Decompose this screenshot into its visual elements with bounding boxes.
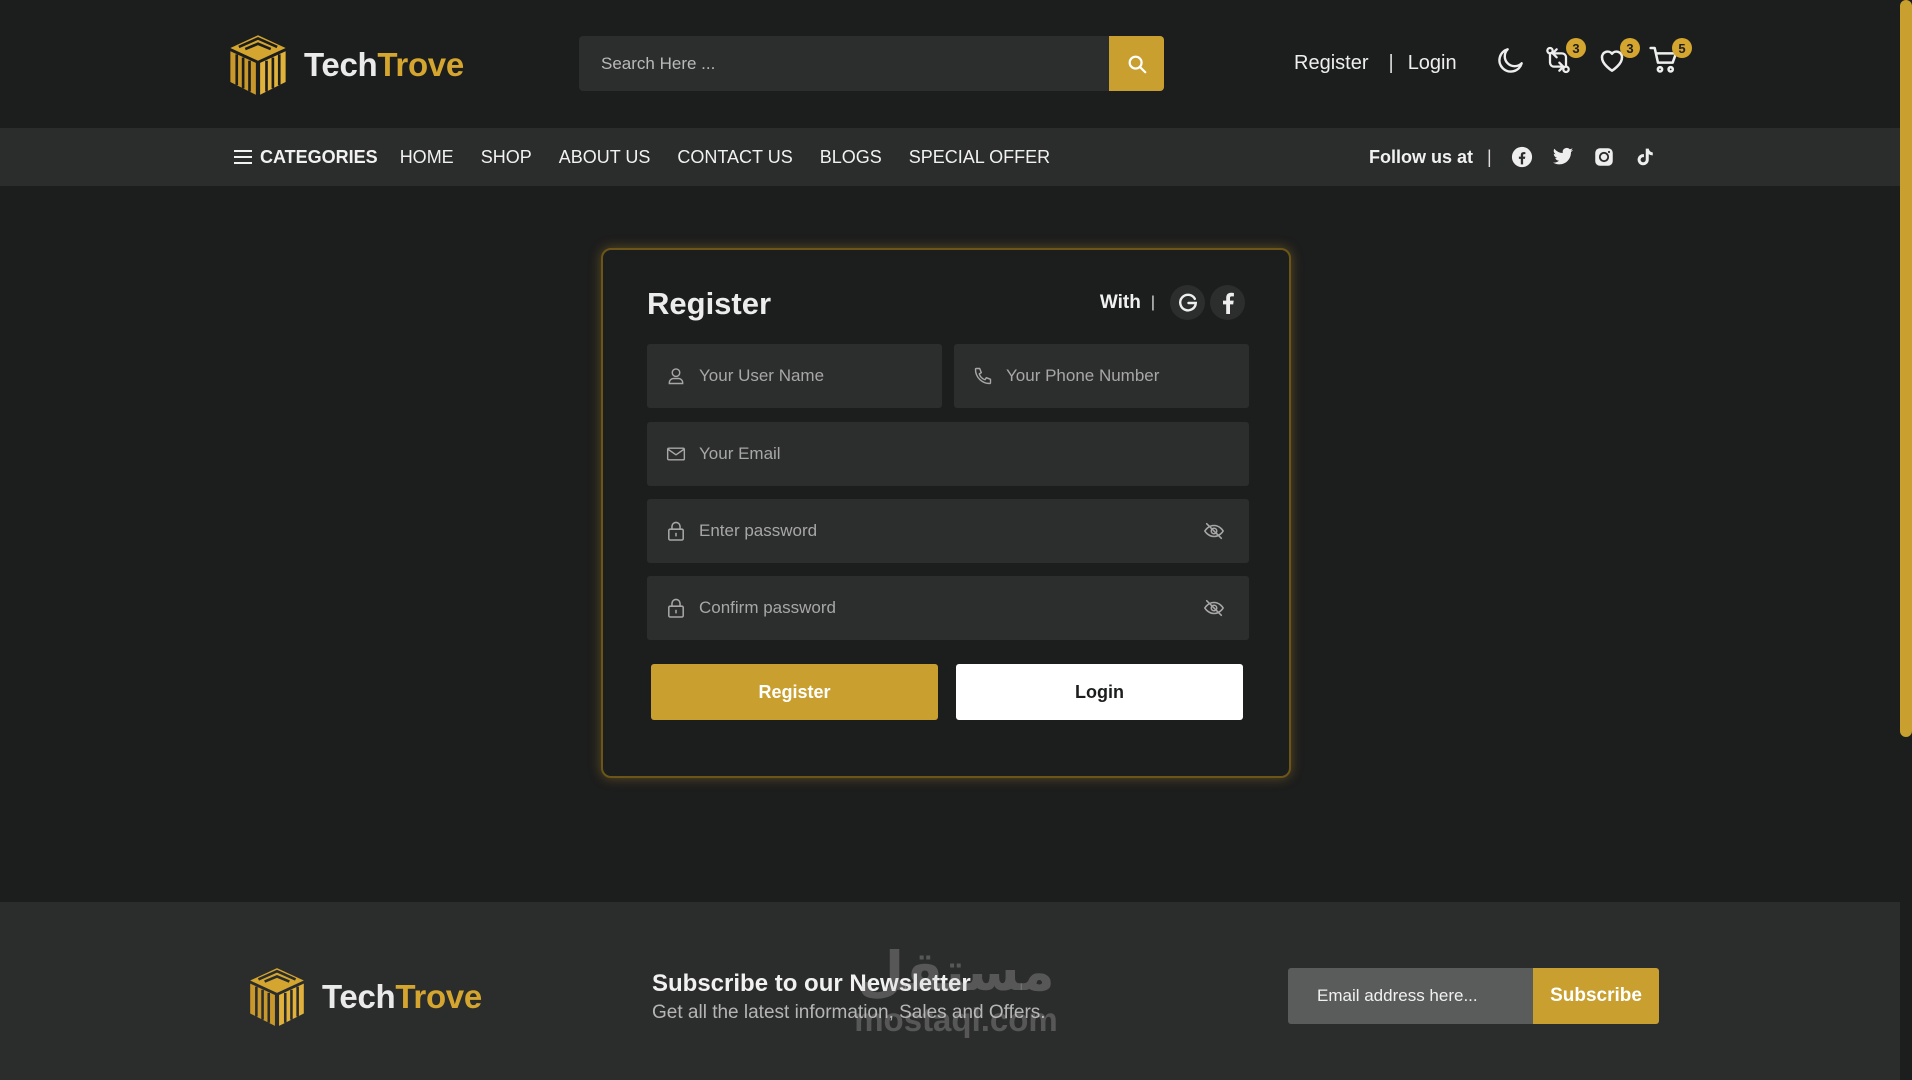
footer-brand-name-part2: Trove — [395, 978, 482, 1015]
login-button[interactable]: Login — [956, 664, 1243, 720]
brand-name-part1: Tech — [304, 46, 378, 83]
compare-count-badge: 3 — [1566, 38, 1586, 58]
nav-item-home[interactable]: HOME — [400, 147, 454, 168]
box-logo-icon — [230, 35, 286, 95]
phone-input[interactable] — [1006, 344, 1249, 408]
auth-links: Register | Login — [1294, 52, 1457, 75]
instagram-link[interactable] — [1592, 145, 1616, 169]
newsletter-title: Subscribe to our Newsletter — [652, 970, 971, 997]
with-separator: | — [1150, 293, 1155, 311]
password-input[interactable] — [699, 499, 1201, 563]
compare-button[interactable]: 3 — [1542, 38, 1586, 78]
email-field — [647, 422, 1249, 486]
confirm-password-input[interactable] — [699, 576, 1201, 640]
search-bar — [579, 36, 1164, 91]
toggle-confirm-visibility[interactable] — [1201, 595, 1227, 621]
wishlist-button[interactable]: 3 — [1596, 38, 1640, 78]
search-icon — [1128, 55, 1146, 73]
twitter-link[interactable] — [1551, 145, 1575, 169]
nav-item-shop[interactable]: SHOP — [481, 147, 532, 168]
box-logo-icon — [250, 968, 304, 1026]
password-field — [647, 499, 1249, 563]
social-login: With | — [1100, 285, 1245, 320]
footer-brand-name-part1: Tech — [322, 978, 396, 1015]
footer-brand-name: TechTrove — [322, 978, 482, 1016]
facebook-f-icon — [1222, 292, 1234, 314]
search-button[interactable] — [1109, 36, 1164, 91]
brand-logo[interactable]: TechTrove — [224, 31, 464, 99]
phone-icon — [972, 365, 994, 387]
confirm-password-field — [647, 576, 1249, 640]
facebook-login-button[interactable] — [1210, 285, 1245, 320]
lock-icon — [665, 597, 687, 619]
google-login-button[interactable] — [1170, 285, 1205, 320]
facebook-icon — [1511, 146, 1532, 168]
eye-off-icon — [1203, 522, 1225, 540]
social-follow: Follow us at | — [1369, 128, 1674, 186]
register-button[interactable]: Register — [651, 664, 938, 720]
nav-menu: CATEGORIES HOME SHOP ABOUT US CONTACT US… — [234, 128, 1077, 186]
mail-icon — [665, 443, 687, 465]
main-navigation: CATEGORIES HOME SHOP ABOUT US CONTACT US… — [0, 128, 1900, 186]
newsletter-email-input[interactable] — [1288, 968, 1533, 1024]
username-field — [647, 344, 942, 408]
nav-item-about-us[interactable]: ABOUT US — [559, 147, 651, 168]
email-input[interactable] — [699, 422, 1249, 486]
google-icon — [1178, 293, 1197, 312]
auth-separator: | — [1388, 52, 1394, 74]
categories-menu-button[interactable]: CATEGORIES — [234, 147, 378, 168]
subscribe-button[interactable]: Subscribe — [1533, 968, 1659, 1024]
twitter-icon — [1552, 147, 1573, 165]
tiktok-icon — [1637, 148, 1653, 166]
eye-off-icon — [1203, 599, 1225, 617]
newsletter-subtitle: Get all the latest information, Sales an… — [652, 1002, 1046, 1023]
lock-icon — [665, 520, 687, 542]
login-link[interactable]: Login — [1408, 52, 1457, 75]
register-link[interactable]: Register — [1294, 52, 1368, 75]
user-icon — [665, 365, 687, 387]
cart-count-badge: 5 — [1672, 38, 1692, 58]
username-input[interactable] — [699, 344, 942, 408]
footer-brand-logo[interactable]: TechTrove — [244, 964, 482, 1030]
follow-separator: | — [1487, 146, 1492, 167]
nav-item-contact-us[interactable]: CONTACT US — [677, 147, 792, 168]
brand-name: TechTrove — [304, 46, 464, 84]
scrollbar-thumb[interactable] — [1900, 0, 1912, 737]
site-header: TechTrove Register | Login 3 3 — [0, 0, 1900, 128]
cart-button[interactable]: 5 — [1648, 38, 1692, 78]
with-label: With — [1099, 291, 1141, 313]
moon-icon — [1498, 48, 1523, 73]
wishlist-count-badge: 3 — [1620, 38, 1640, 58]
follow-label: Follow us at — [1369, 146, 1474, 167]
nav-item-special-offer[interactable]: SPECIAL OFFER — [909, 147, 1050, 168]
categories-label: CATEGORIES — [260, 146, 378, 167]
hamburger-icon — [234, 150, 252, 164]
facebook-link[interactable] — [1510, 145, 1534, 169]
register-card: Register With | Your User Name Your Phon… — [601, 248, 1291, 778]
brand-name-part2: Trove — [377, 46, 464, 83]
phone-field — [954, 344, 1249, 408]
search-input[interactable] — [579, 36, 1109, 91]
tiktok-link[interactable] — [1633, 145, 1657, 169]
instagram-icon — [1594, 148, 1613, 166]
nav-item-blogs[interactable]: BLOGS — [820, 147, 882, 168]
site-footer: TechTrove Subscribe to our Newsletter Ge… — [0, 902, 1900, 1080]
dark-mode-toggle[interactable] — [1495, 44, 1529, 78]
newsletter-form: Subscribe — [1288, 968, 1659, 1024]
register-title: Register — [647, 286, 772, 321]
toggle-password-visibility[interactable] — [1201, 518, 1227, 544]
